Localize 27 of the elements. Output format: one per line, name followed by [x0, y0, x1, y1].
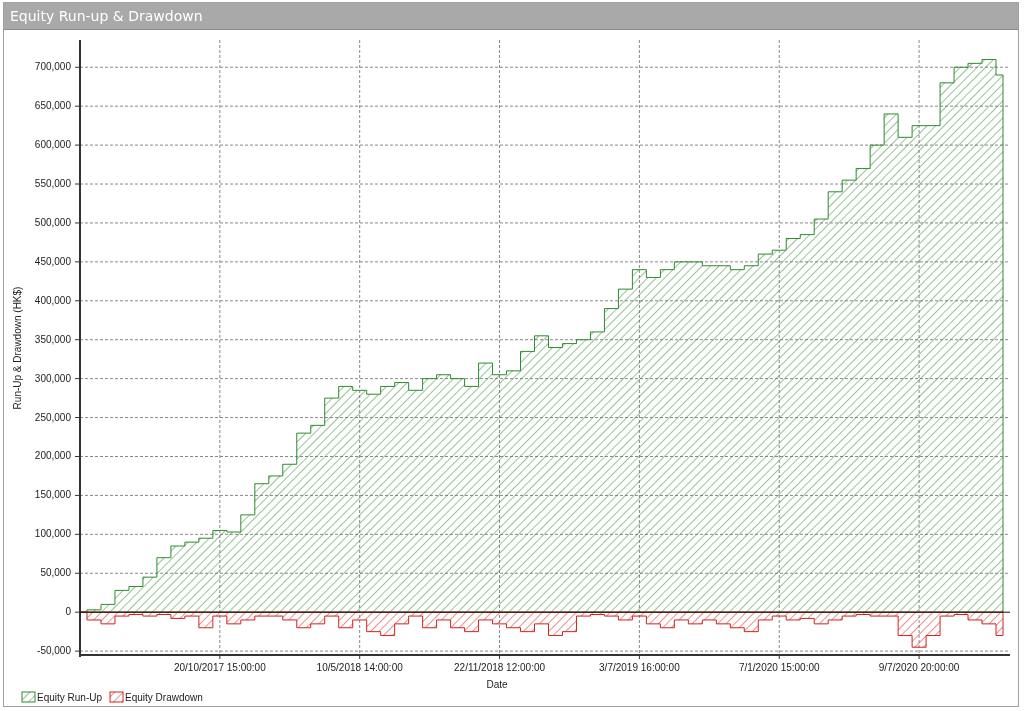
- legend-label: Equity Run-Up: [37, 692, 103, 703]
- panel-title: Equity Run-up & Drawdown: [4, 3, 1018, 30]
- x-axis-label: 9/7/2020 20:00:00: [878, 662, 960, 673]
- y-axis-label: 500,000: [34, 216, 71, 228]
- y-axis-label: 0: [65, 606, 71, 618]
- x-axis-label: 3/7/2019 16:00:00: [599, 662, 680, 673]
- y-axis-label: 200,000: [34, 450, 71, 462]
- y-axis-title: Run-Up & Drawdown (HK$): [12, 286, 23, 410]
- y-axis-label: 350,000: [34, 333, 71, 345]
- y-axis-label: 300,000: [34, 372, 71, 384]
- y-axis-label: 700,000: [34, 61, 71, 73]
- y-axis-label: 150,000: [34, 489, 71, 501]
- x-axis-label: 22/11/2018 12:00:00: [454, 662, 546, 673]
- y-axis-label: 100,000: [34, 528, 71, 540]
- y-axis-label: 400,000: [34, 294, 71, 306]
- y-axis-label: 450,000: [34, 255, 71, 267]
- x-axis-title: Date: [486, 679, 508, 690]
- y-axis-label: 600,000: [34, 139, 71, 151]
- y-axis-label: 550,000: [34, 178, 71, 189]
- y-axis-label: 50,000: [40, 567, 71, 579]
- x-axis-label: 7/1/2020 15:00:00: [738, 662, 820, 673]
- legend-label: Equity Drawdown: [125, 692, 203, 703]
- y-axis-label: 650,000: [34, 100, 71, 112]
- y-axis-label: 250,000: [34, 411, 71, 423]
- x-axis-label: 20/10/2017 15:00:00: [173, 662, 266, 673]
- x-axis-label: 10/5/2018 14:00:00: [316, 662, 403, 673]
- y-axis-label: -50,000: [37, 645, 71, 657]
